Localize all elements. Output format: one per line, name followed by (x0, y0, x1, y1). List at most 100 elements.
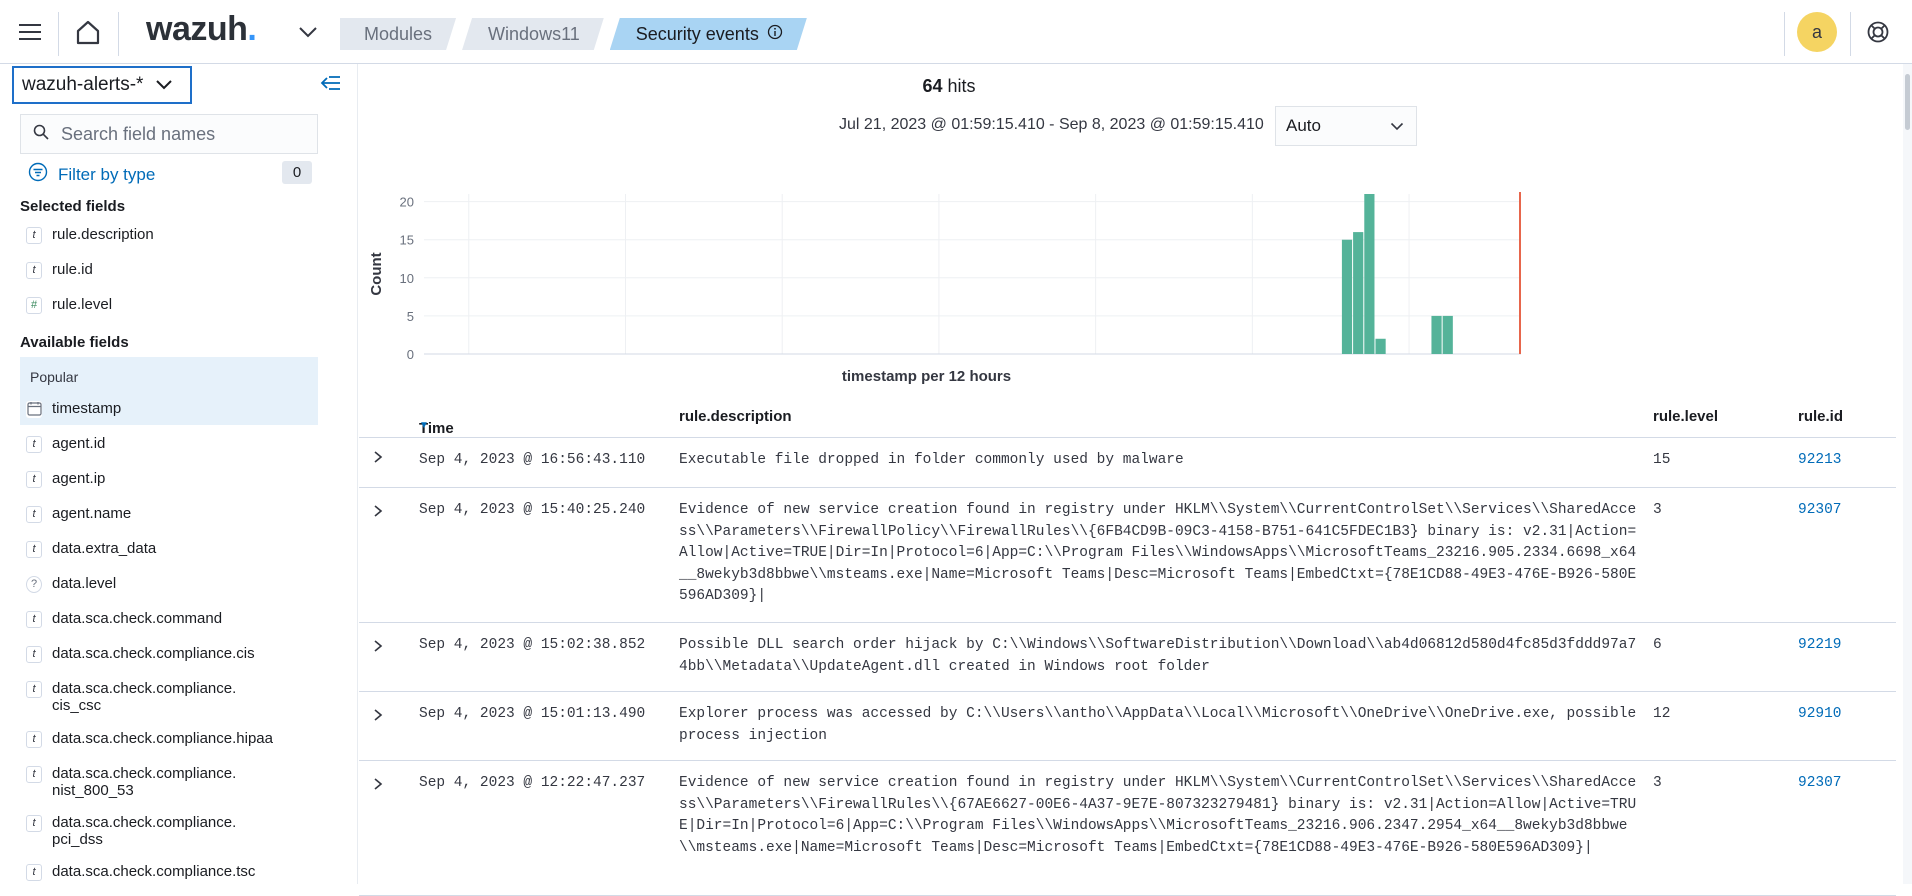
index-pattern-label: wazuh-alerts-* (22, 74, 144, 95)
row-time: Sep 4, 2023 @ 16:56:43.110 (419, 452, 646, 468)
field-name: data.extra_data (52, 540, 157, 557)
row-time: Sep 4, 2023 @ 15:01:13.490 (419, 706, 646, 722)
rule-id-link[interactable]: 92307 (1798, 773, 1842, 795)
field-item[interactable]: t agent.id (20, 435, 318, 453)
field-item[interactable]: t data.extra_data (20, 540, 318, 558)
x-tick-label: 2023-08-06 00:00 (780, 363, 883, 364)
histogram-chart[interactable]: 0 5 10 15 20 2023-07-23 00:00 2023-07-30 00:00… (359, 154, 1559, 364)
field-name: rule.description (52, 226, 154, 243)
header-divider (118, 12, 119, 56)
collapse-sidebar-icon[interactable] (320, 74, 342, 97)
top-header: wazuh. Modules Windows11 Security events… (0, 0, 1912, 64)
filter-by-type-label: Filter by type (58, 164, 156, 184)
y-tick-label: 15 (400, 233, 414, 248)
hits-count: 64 (922, 76, 943, 96)
table-row[interactable]: Sep 4, 2023 @ 15:40:25.240 Evidence of n… (359, 488, 1896, 623)
wazuh-logo[interactable]: wazuh. (146, 10, 257, 49)
y-tick-label: 5 (407, 309, 414, 324)
field-item[interactable]: t data.sca.check.compliance. pci_dss (20, 814, 318, 848)
string-type-icon: t (26, 506, 42, 523)
row-level: 15 (1653, 452, 1671, 468)
string-type-icon: t (26, 815, 42, 832)
field-item[interactable]: t rule.id (20, 261, 318, 279)
row-time: Sep 4, 2023 @ 12:22:47.237 (419, 775, 646, 791)
events-table: Time ▼ rule.description rule.level rule.… (359, 396, 1896, 896)
sort-desc-icon[interactable]: ▼ (419, 420, 429, 431)
filter-icon (28, 162, 48, 187)
rule-id-link[interactable]: 92219 (1798, 635, 1842, 657)
breadcrumb: Modules Windows11 Security events (340, 18, 813, 50)
hits-label: hits (947, 76, 976, 96)
menu-icon[interactable] (14, 16, 46, 48)
chevron-down-icon[interactable] (292, 16, 324, 48)
row-level: 12 (1653, 706, 1671, 722)
interval-select[interactable]: Auto (1275, 106, 1417, 146)
histogram-bar (1431, 315, 1442, 354)
info-icon[interactable] (767, 18, 783, 50)
row-description: Possible DLL search order hijack by C:\\… (679, 637, 1637, 675)
expand-row-icon[interactable] (373, 708, 383, 726)
home-icon[interactable] (72, 16, 104, 48)
x-tick-label: 2023-08-20 00:00 (1094, 363, 1197, 364)
breadcrumb-security-events[interactable]: Security events (610, 18, 807, 50)
field-item[interactable]: ? data.level (20, 575, 318, 593)
scrollbar-thumb[interactable] (1905, 74, 1910, 130)
expand-row-icon[interactable] (373, 450, 383, 468)
popular-title: Popular (30, 369, 79, 385)
column-header-level[interactable]: rule.level (1653, 408, 1718, 425)
field-item[interactable]: t data.sca.check.compliance.tsc (20, 863, 318, 881)
column-header-id[interactable]: rule.id (1798, 408, 1843, 425)
field-search (20, 114, 318, 154)
field-item[interactable]: t data.sca.check.compliance. nist_800_53 (20, 765, 318, 799)
field-item[interactable]: t rule.description (20, 226, 318, 244)
breadcrumb-security-events-label: Security events (635, 24, 759, 44)
filter-by-type-button[interactable]: Filter by type (28, 162, 155, 187)
string-type-icon: t (26, 681, 42, 698)
table-row[interactable]: Sep 4, 2023 @ 12:22:47.237 Evidence of n… (359, 761, 1896, 896)
field-item[interactable]: t agent.name (20, 505, 318, 523)
expand-row-icon[interactable] (373, 504, 383, 522)
table-row[interactable]: Sep 4, 2023 @ 15:01:13.490 Explorer proc… (359, 692, 1896, 761)
chart-x-axis-title: timestamp per 12 hours (841, 368, 1012, 385)
discover-main: 64 hits Jul 21, 2023 @ 01:59:15.410 - Se… (359, 64, 1912, 896)
field-name: agent.name (52, 505, 132, 522)
string-type-icon: t (26, 646, 42, 663)
field-item[interactable]: t data.sca.check.compliance.hipaa (20, 730, 318, 748)
row-level: 3 (1653, 775, 1662, 791)
field-item[interactable]: t data.sca.check.command (20, 610, 318, 628)
field-name: data.sca.check.compliance.cis (52, 645, 255, 662)
column-header-description[interactable]: rule.description (679, 408, 792, 425)
header-divider (58, 12, 59, 56)
field-item[interactable]: t data.sca.check.compliance.cis (20, 645, 318, 663)
y-tick-label: 0 (407, 347, 414, 362)
field-item[interactable]: t data.sca.check.compliance. cis_csc (20, 680, 318, 714)
search-field-names-input[interactable] (61, 123, 301, 145)
field-item[interactable]: # rule.level (20, 296, 318, 314)
field-item[interactable]: timestamp (20, 400, 318, 418)
chevron-down-icon (1390, 116, 1404, 136)
rule-id-link[interactable]: 92307 (1798, 500, 1842, 522)
table-row[interactable]: Sep 4, 2023 @ 15:02:38.852 Possible DLL … (359, 623, 1896, 692)
expand-row-icon[interactable] (373, 639, 383, 657)
x-tick-label: 2023-09-03 00:00 (1407, 363, 1510, 364)
x-tick-label: 2023-07-30 00:00 (623, 363, 726, 364)
breadcrumb-modules[interactable]: Modules (340, 18, 456, 50)
row-level: 3 (1653, 502, 1662, 518)
page-scrollbar[interactable] (1903, 64, 1912, 884)
field-name: agent.id (52, 435, 106, 452)
field-item[interactable]: t agent.ip (20, 470, 318, 488)
help-lifebuoy-icon[interactable] (1862, 16, 1894, 48)
table-row[interactable]: Sep 4, 2023 @ 16:56:43.110 Executable fi… (359, 438, 1896, 488)
unknown-type-icon: ? (26, 576, 42, 593)
breadcrumb-windows11[interactable]: Windows11 (462, 18, 604, 50)
string-type-icon: t (26, 227, 42, 244)
histogram-bar (1442, 315, 1453, 354)
rule-id-link[interactable]: 92213 (1798, 450, 1842, 472)
header-divider (1850, 12, 1851, 56)
index-pattern-selector[interactable]: wazuh-alerts-* (12, 66, 192, 104)
user-avatar[interactable]: a (1797, 12, 1837, 52)
row-description: Evidence of new service creation found i… (679, 502, 1637, 604)
rule-id-link[interactable]: 92910 (1798, 704, 1842, 726)
expand-row-icon[interactable] (373, 777, 383, 795)
histogram-bar (1353, 232, 1364, 354)
